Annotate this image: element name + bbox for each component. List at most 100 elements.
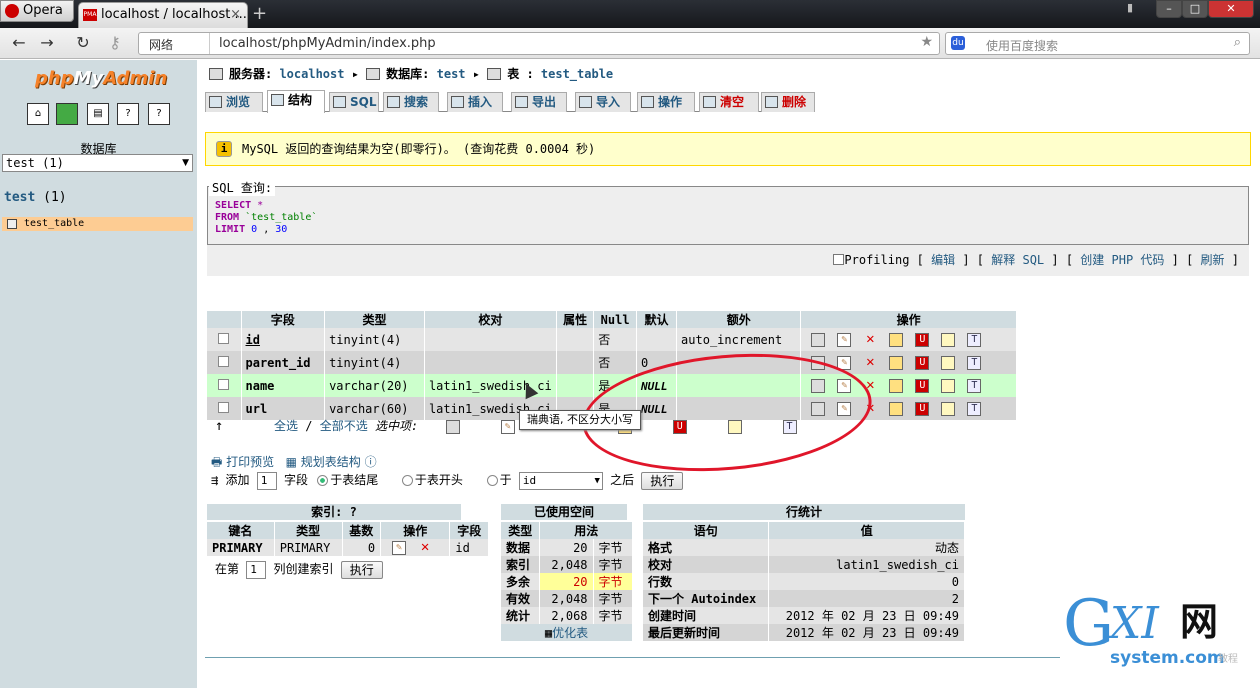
tab-drop[interactable]: 删除	[761, 92, 815, 112]
pencil-icon[interactable]: ✎	[837, 332, 852, 347]
tab-sql[interactable]: SQL	[329, 92, 379, 112]
mysql-docs-icon[interactable]: ?	[148, 103, 170, 125]
browse-values-icon[interactable]	[811, 332, 826, 347]
tab-export[interactable]: 导出	[511, 92, 567, 112]
field-name[interactable]: id	[246, 333, 260, 347]
tab-empty[interactable]: 清空	[699, 92, 759, 112]
deselect-all-link[interactable]: 全部不选	[320, 419, 368, 433]
table-link-test-table[interactable]: test_table	[2, 217, 193, 231]
unique-icon[interactable]: U	[915, 355, 930, 370]
column-header[interactable]: 默认	[636, 311, 678, 328]
field-name[interactable]: url	[246, 402, 268, 416]
index-icon[interactable]	[941, 355, 956, 370]
row-checkbox[interactable]	[218, 332, 230, 344]
propose-structure-link[interactable]: 规划表结构	[301, 455, 361, 469]
add-field-go-button[interactable]: 执行	[641, 471, 684, 490]
primary-key-icon[interactable]	[889, 378, 904, 393]
browse-selected-icon[interactable]	[445, 419, 460, 434]
query-window-icon[interactable]: ▤	[87, 103, 109, 125]
print-preview-link[interactable]: 打印预览	[226, 455, 274, 469]
key-icon[interactable]: ⚷	[104, 33, 126, 53]
tab-browse[interactable]: 浏览	[205, 92, 263, 112]
at-end-radio[interactable]	[317, 475, 329, 486]
back-icon[interactable]: ←	[8, 33, 30, 53]
fulltext-icon[interactable]: T	[967, 401, 982, 416]
exit-icon[interactable]	[56, 103, 78, 125]
home-icon[interactable]: ⌂	[27, 103, 49, 125]
index-icon[interactable]	[941, 401, 956, 416]
primary-key-icon[interactable]	[889, 332, 904, 347]
fulltext-icon[interactable]: T	[967, 355, 982, 370]
tab-insert[interactable]: 插入	[447, 92, 503, 112]
create-php-link[interactable]: 创建 PHP 代码	[1080, 253, 1164, 267]
search-icon[interactable]: ⌕	[1234, 35, 1241, 50]
database-select[interactable]: test (1) ▼	[2, 154, 193, 172]
field-name[interactable]: name	[246, 379, 275, 393]
row-checkbox[interactable]	[218, 378, 230, 390]
table-crumb-link[interactable]: test_table	[541, 67, 613, 81]
column-header[interactable]: 操作	[800, 311, 1017, 328]
explain-sql-link[interactable]: 解释 SQL	[991, 253, 1044, 267]
column-header[interactable]: 额外	[676, 311, 802, 328]
opera-menu-button[interactable]: Opera	[0, 0, 74, 22]
after-field-select[interactable]: id ▼	[518, 471, 603, 490]
column-header[interactable]: Null	[593, 311, 637, 328]
unique-icon[interactable]: U	[915, 378, 930, 393]
fulltext-icon[interactable]: T	[967, 332, 982, 347]
delete-icon[interactable]: ✕	[863, 355, 877, 370]
refresh-link[interactable]: 刷新	[1201, 253, 1225, 267]
primary-key-icon[interactable]	[889, 355, 904, 370]
row-checkbox[interactable]	[218, 401, 230, 413]
edit-sql-link[interactable]: 编辑	[931, 253, 955, 267]
docs-icon[interactable]: ?	[117, 103, 139, 125]
tab-structure[interactable]: 结构	[267, 90, 325, 113]
select-all-link[interactable]: 全选	[274, 419, 298, 433]
server-link[interactable]: localhost	[279, 67, 344, 81]
index-columns-input[interactable]: 1	[246, 560, 267, 579]
phpmyadmin-logo[interactable]: phpMyAdmin	[35, 68, 167, 89]
database-crumb-link[interactable]: test	[437, 67, 466, 81]
column-header[interactable]: 校对	[424, 311, 557, 328]
at-beginning-radio[interactable]	[401, 475, 413, 486]
new-tab-button[interactable]: +	[252, 4, 272, 24]
delete-icon[interactable]: ✕	[418, 540, 432, 555]
help-icon[interactable]: ?	[350, 505, 357, 519]
column-header[interactable]: 属性	[556, 311, 595, 328]
minimize-button[interactable]: –	[1156, 0, 1182, 18]
database-link[interactable]: test (1)	[4, 190, 67, 205]
address-bar[interactable]: 网络 localhost/phpMyAdmin/index.php ★	[138, 32, 940, 55]
field-name[interactable]: parent_id	[246, 356, 311, 370]
close-tab-icon[interactable]: ×	[230, 3, 241, 27]
browser-tab[interactable]: PMA localhost / localhost ... ×	[78, 2, 248, 28]
forward-icon[interactable]: →	[36, 33, 58, 53]
tab-import[interactable]: 导入	[575, 92, 631, 112]
reload-icon[interactable]: ↻	[72, 33, 94, 53]
row-checkbox[interactable]	[218, 355, 230, 367]
profiling-checkbox[interactable]	[833, 254, 845, 265]
unique-icon[interactable]: U	[915, 332, 930, 347]
add-field-count-input[interactable]: 1	[256, 471, 277, 490]
search-box[interactable]: du 使用百度搜索 ⌕	[945, 32, 1250, 55]
delete-icon[interactable]: ✕	[863, 332, 877, 347]
index-icon[interactable]	[941, 378, 956, 393]
tab-search[interactable]: 搜索	[383, 92, 439, 112]
primary-key-icon[interactable]	[889, 401, 904, 416]
url-text[interactable]: localhost/phpMyAdmin/index.php	[219, 36, 436, 51]
bookmark-star-icon[interactable]: ★	[920, 34, 933, 50]
maximize-button[interactable]: □	[1182, 0, 1208, 18]
baidu-engine-icon[interactable]: du	[951, 36, 965, 50]
index-icon[interactable]	[941, 332, 956, 347]
optimize-table-link[interactable]: 优化表	[552, 626, 588, 640]
column-header[interactable]: 类型	[324, 311, 425, 328]
trash-icon[interactable]: ▮	[1122, 0, 1138, 18]
fulltext-icon[interactable]: T	[967, 378, 982, 393]
after-field-radio[interactable]	[486, 475, 498, 486]
column-header[interactable]: 字段	[241, 311, 326, 328]
help-icon[interactable]: ⓘ	[365, 455, 377, 469]
tab-operations[interactable]: 操作	[637, 92, 695, 112]
edit-selected-icon[interactable]: ✎	[500, 419, 515, 434]
close-window-button[interactable]: ✕	[1208, 0, 1254, 18]
pencil-icon[interactable]: ✎	[392, 540, 407, 555]
unique-icon[interactable]: U	[915, 401, 930, 416]
create-index-go-button[interactable]: 执行	[340, 560, 383, 579]
